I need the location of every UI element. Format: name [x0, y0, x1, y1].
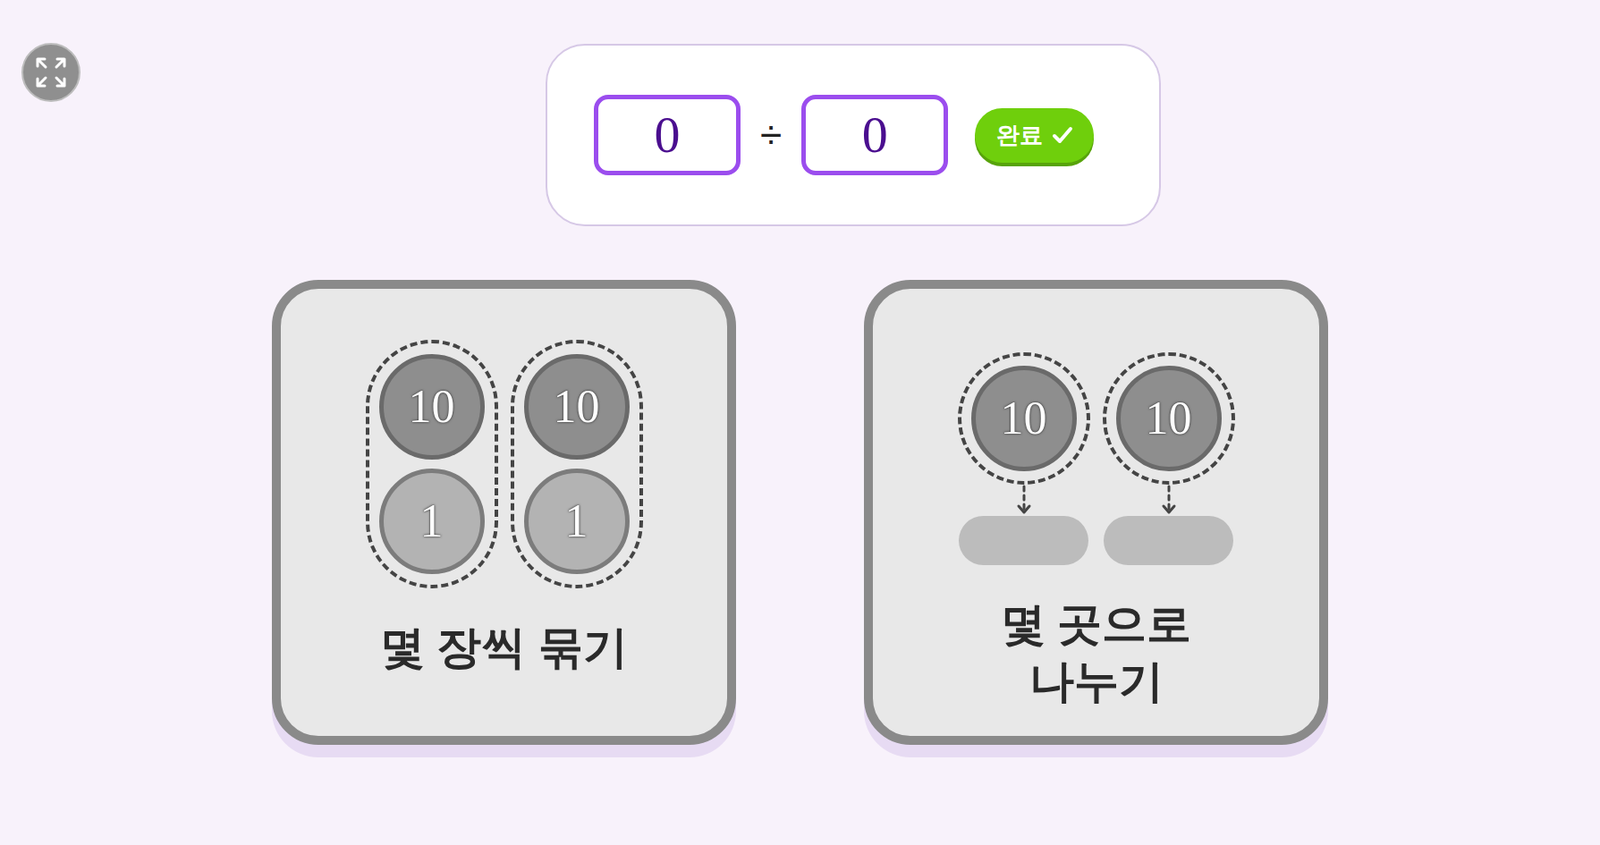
coin-value: 10: [1000, 395, 1048, 442]
coin-group: 10 1: [365, 339, 499, 589]
coin: 10: [1116, 365, 1222, 472]
share-column: 10: [1102, 352, 1236, 566]
coin-ring: 10: [957, 352, 1091, 485]
arrow-down-icon: [1159, 484, 1178, 517]
arrow-down-icon: [1015, 484, 1033, 517]
mode-label: 몇 장씩 묶기: [380, 618, 629, 677]
mode-figure: 10 10: [957, 352, 1236, 566]
coin: 1: [379, 468, 485, 575]
drop-slot[interactable]: [958, 516, 1089, 566]
done-button[interactable]: 완료: [974, 108, 1094, 163]
coin: 1: [524, 468, 630, 575]
number-input[interactable]: 0: [801, 94, 949, 176]
equation-panel: 0 ÷ 0 완료: [545, 43, 1161, 227]
coin-value: 1: [420, 498, 444, 545]
coin-value: 10: [553, 383, 601, 431]
done-label: 완료: [996, 123, 1043, 147]
coin-value: 10: [408, 383, 456, 431]
mode-label: 몇 곳으로: [1000, 595, 1193, 653]
coin: 10: [524, 354, 630, 460]
mode-title: 몇 곳으로나누기: [1000, 595, 1193, 711]
divide-operator: ÷: [756, 115, 786, 155]
mode-card[interactable]: 10 10 몇 곳으로나누기: [863, 279, 1329, 745]
coin-group: 10 1: [510, 339, 644, 589]
check-icon: [1051, 125, 1074, 145]
fullscreen-button[interactable]: [21, 42, 81, 102]
coin: 10: [379, 354, 485, 460]
number-input[interactable]: 0: [593, 94, 741, 176]
mode-figure: 10 1 10 1: [365, 339, 644, 589]
mode-card[interactable]: 10 1 10 1 몇 장씩 묶기: [271, 279, 737, 745]
mode-label: 나누기: [1029, 652, 1164, 711]
coin-ring: 10: [1102, 352, 1236, 485]
mode-title: 몇 장씩 묶기: [380, 618, 629, 677]
fullscreen-icon: [33, 55, 68, 90]
coin-value: 1: [565, 498, 589, 545]
coin: 10: [971, 365, 1077, 472]
drop-slot[interactable]: [1103, 516, 1234, 566]
mode-cards: 10 1 10 1 몇 장씩 묶기 10 10 몇 곳으로나누기: [0, 279, 1600, 745]
share-column: 10: [957, 352, 1091, 566]
coin-value: 10: [1145, 395, 1193, 442]
